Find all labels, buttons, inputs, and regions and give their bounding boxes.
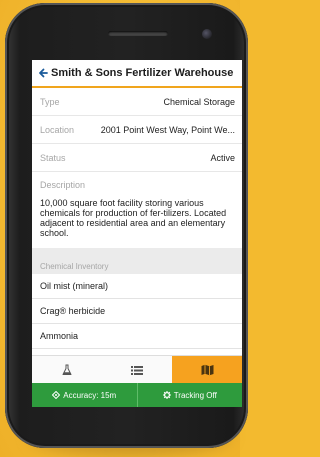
inventory-item[interactable]: Ammonia: [32, 324, 242, 349]
type-label: Type: [40, 96, 60, 107]
description-text: 10,000 square foot facility storing vari…: [40, 198, 227, 238]
tab-inventory[interactable]: [32, 356, 102, 384]
app-screen: Smith & Sons Fertilizer Warehouse Type C…: [32, 60, 242, 407]
location-label: Location: [40, 124, 75, 135]
inventory-label: Chemical Inventory: [40, 262, 109, 271]
map-icon: [201, 364, 213, 376]
type-row: Type Chemical Storage: [32, 88, 242, 116]
type-value: Chemical Storage: [163, 96, 235, 107]
back-arrow-icon[interactable]: [38, 67, 48, 79]
page-title: Smith & Sons Fertilizer Warehouse: [51, 67, 234, 79]
accuracy-text: Accuracy: 15m: [63, 390, 117, 400]
status-row: Status Active: [32, 144, 242, 172]
location-value: 2001 Point West Way, Point We...: [100, 124, 235, 135]
status-value: Active: [210, 152, 235, 163]
phone-frame: Smith & Sons Fertilizer Warehouse Type C…: [5, 3, 248, 448]
inventory-item[interactable]: Oil mist (mineral): [32, 274, 242, 299]
crosshair-icon: [52, 391, 61, 399]
camera-lens: [202, 29, 212, 39]
tab-list[interactable]: [102, 356, 172, 384]
accuracy-button[interactable]: Accuracy: 15m: [32, 383, 137, 407]
inventory-section-header: Chemical Inventory: [32, 248, 242, 274]
list-icon: [131, 365, 143, 375]
title-bar: Smith & Sons Fertilizer Warehouse: [32, 60, 242, 88]
inventory-item[interactable]: Crag® herbicide: [32, 299, 242, 324]
bottom-tab-bar: [32, 355, 242, 384]
flask-icon: [62, 364, 72, 375]
description-label: Description: [40, 180, 86, 190]
gear-icon: [162, 391, 171, 399]
status-label: Status: [40, 152, 66, 163]
location-row[interactable]: Location 2001 Point West Way, Point We..…: [32, 116, 242, 144]
tracking-text: Tracking Off: [173, 390, 217, 400]
tracking-button[interactable]: Tracking Off: [136, 383, 243, 407]
status-bar: Accuracy: 15m Tracking Off: [32, 383, 242, 407]
speaker-grille: [108, 31, 168, 36]
tab-map[interactable]: [172, 356, 242, 384]
